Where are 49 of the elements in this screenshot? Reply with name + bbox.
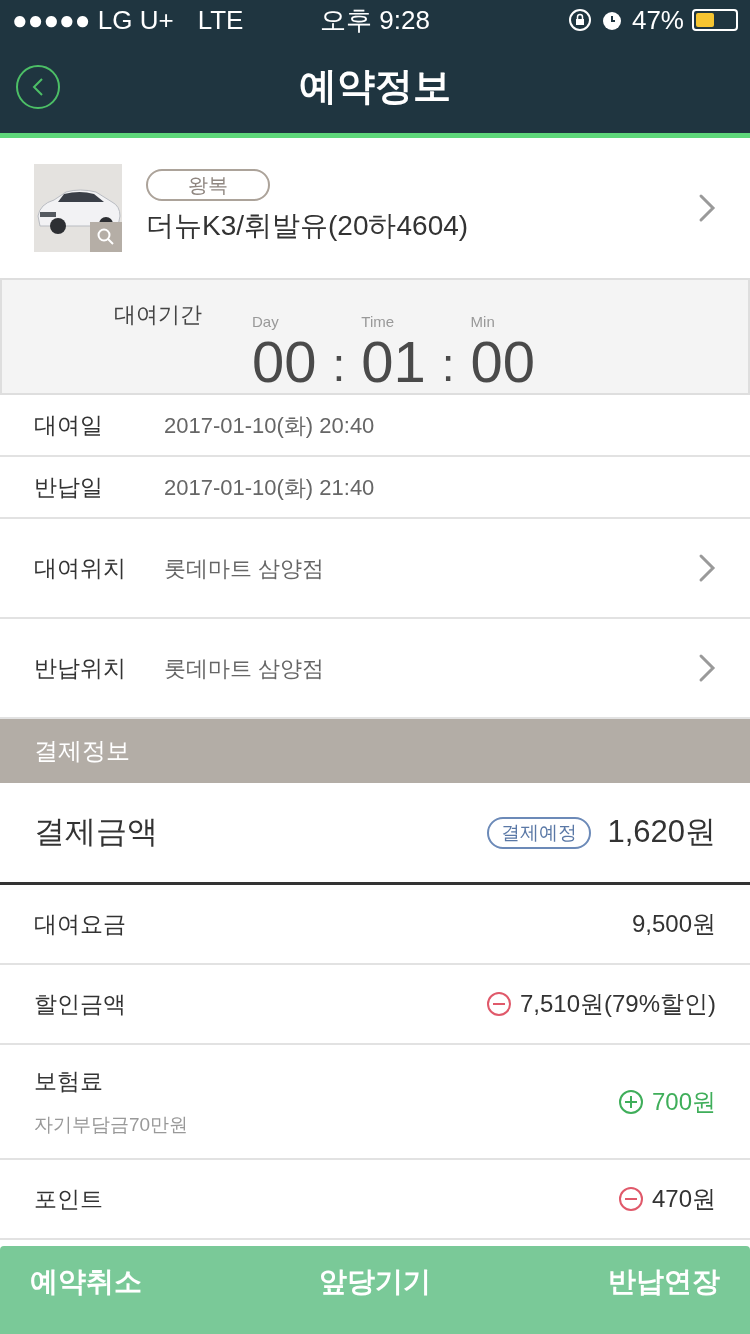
detail-label: 대여위치 [34,553,127,583]
fee-label: 포인트 [34,1184,104,1214]
rental-period-label: 대여기간 [114,301,203,329]
section-title: 결제정보 [34,736,130,766]
trip-type-badge: 왕복 [146,169,270,201]
time-separator: : [331,338,347,393]
network-label: LTE [197,3,244,37]
fee-label: 보험료 [34,1067,104,1096]
total-label: 결제금액 [34,813,159,852]
detail-value: 롯데마트 삼양점 [164,654,326,683]
time-value: 01 [361,331,426,393]
time-unit-label: Day [252,313,279,331]
time-value: 00 [470,331,536,393]
chevron-right-icon [698,553,716,583]
detail-value: 2017-01-10(화) 21:40 [164,473,376,502]
carrier-label: ●●●●● LG U+ [12,3,174,37]
fee-label: 할인금액 [34,989,127,1019]
detail-value: 2017-01-10(화) 20:40 [164,411,376,440]
fee-label: 대여요금 [34,909,127,939]
page-title: 예약정보 [299,64,451,109]
clock-label: 오후 9:28 [320,3,430,37]
fee-note: 자기부담금70만원 [34,1112,190,1137]
fee-amount: 470원 [651,1184,716,1214]
status-badge: 결제예정 [487,816,592,849]
total-amount: 1,620원 [607,813,716,852]
time-unit-label: Min [470,313,495,331]
time-unit-label: Time [361,313,395,331]
vehicle-name: 더뉴K3/휘발유(20하4604) [146,209,469,243]
detail-label: 반납일 [34,472,104,502]
back-button[interactable] [16,64,60,109]
detail-label: 반납위치 [34,653,127,683]
minus-circle-icon [485,991,512,1017]
chevron-right-icon [698,653,716,683]
minus-circle-icon [617,1186,644,1212]
plus-circle-icon [617,1088,644,1115]
fee-amount: 9,500원 [631,909,716,939]
detail-value: 롯데마트 삼양점 [164,554,326,583]
detail-row[interactable]: 대여위치 롯데마트 삼양점 [0,519,750,619]
fee-amount: 7,510원(79%할인) [519,989,716,1019]
rotation-lock-icon [567,8,592,32]
time-separator: : [440,338,456,393]
vehicle-row[interactable]: 왕복 더뉴K3/휘발유(20하4604) [0,138,750,278]
battery-icon [692,9,738,31]
chevron-right-icon [698,193,716,223]
back-icon [31,76,45,97]
detail-label: 대여일 [34,410,104,440]
battery-percent: 47% [631,3,684,37]
time-value: 00 [252,331,317,393]
fee-amount: 700원 [651,1086,716,1117]
